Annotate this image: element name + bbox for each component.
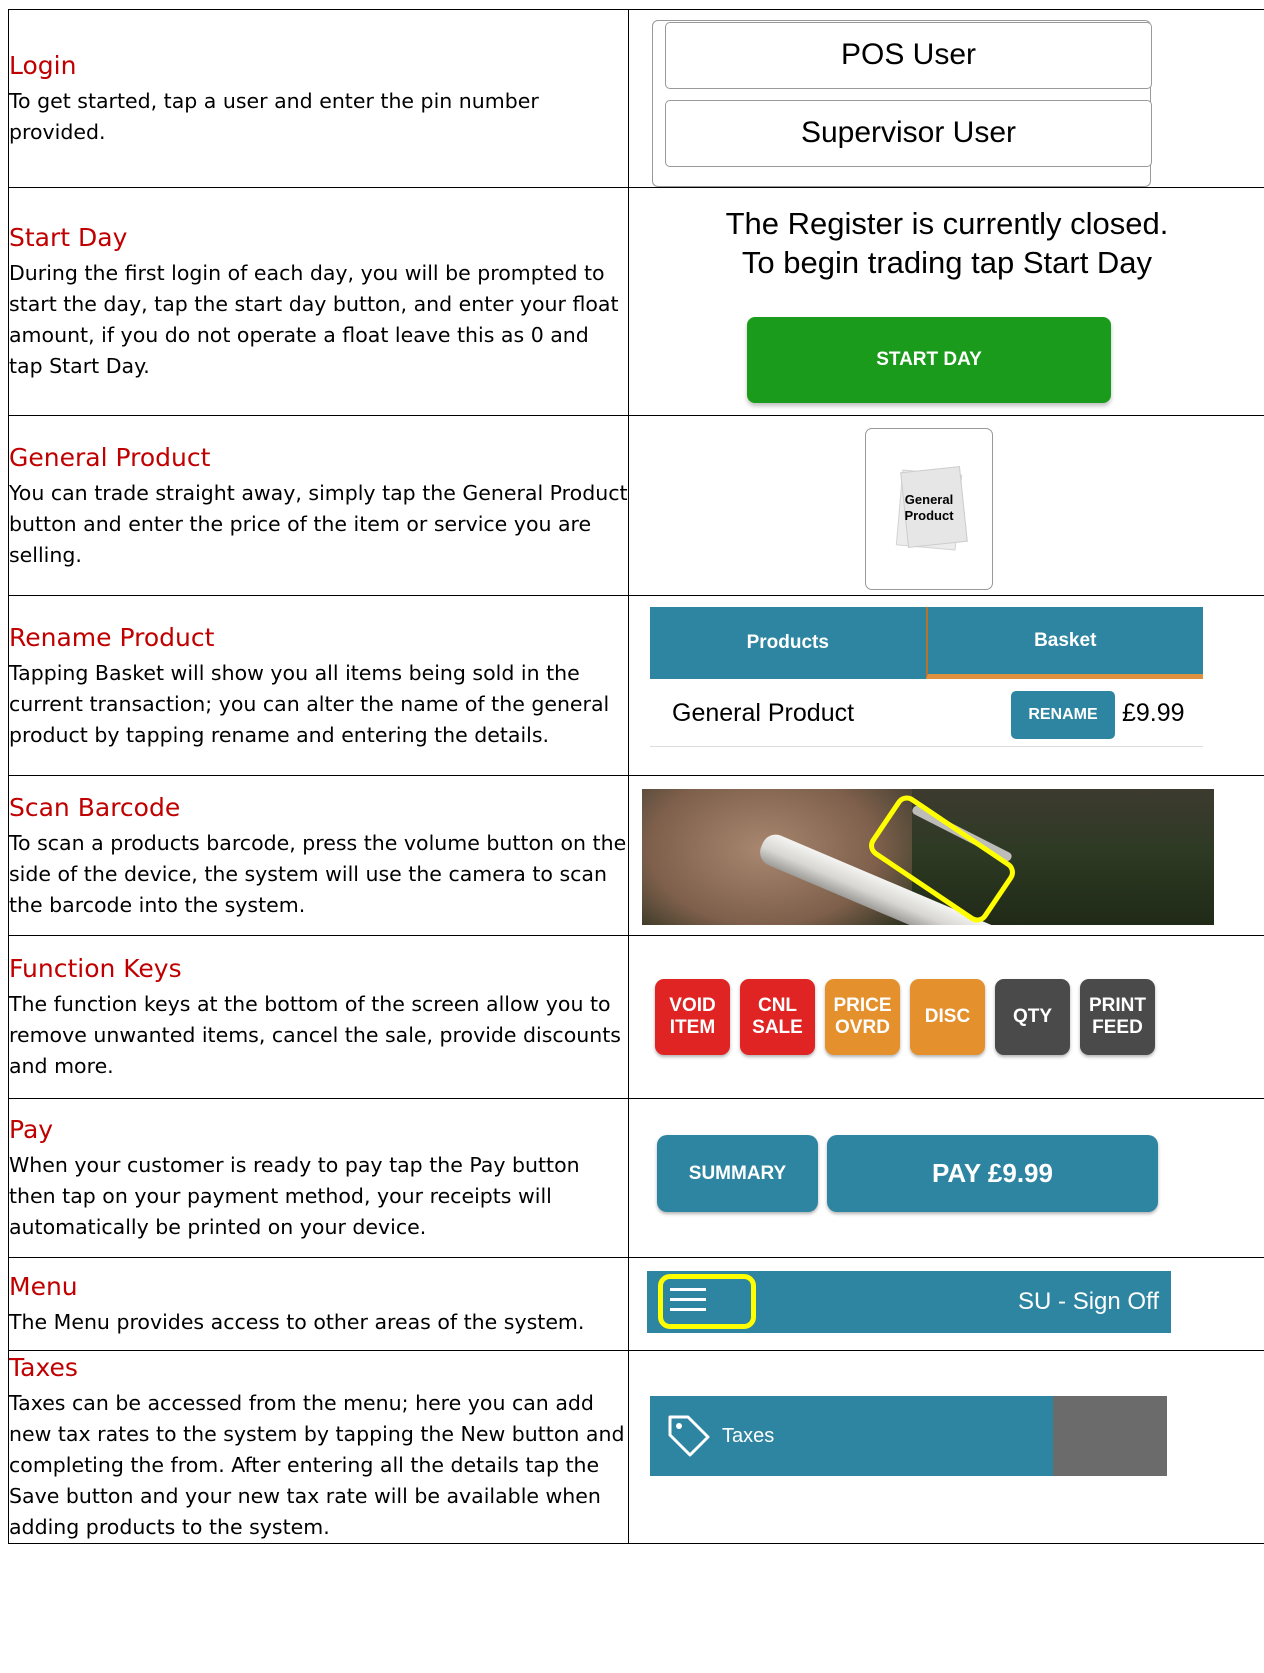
pos-user-button[interactable]: POS User (665, 22, 1152, 89)
menu-row: Menu The Menu provides access to other a… (8, 1257, 1264, 1351)
menu-screenshot-cell: SU - Sign Off (628, 1257, 1264, 1351)
menu-text-cell: Menu The Menu provides access to other a… (8, 1257, 629, 1351)
taxes-menu-label: Taxes (722, 1425, 775, 1447)
function-keys-screenshot-cell: VOID ITEM CNL SALE PRICE OVRD DISC QTY P… (628, 935, 1264, 1099)
supervisor-user-button[interactable]: Supervisor User (665, 100, 1152, 167)
user-list-panel: POS User Supervisor User (652, 20, 1152, 187)
section-body: The function keys at the bottom of the s… (9, 992, 621, 1078)
section-body: To get started, tap a user and enter the… (9, 89, 539, 144)
rename-button[interactable]: RENAME (1011, 691, 1115, 739)
tile-line-1: General (904, 492, 954, 507)
function-keys-text-cell: Function Keys The function keys at the b… (8, 935, 629, 1099)
section-heading: Scan Barcode (9, 792, 181, 822)
general-product-screenshot-cell: General Product (628, 415, 1264, 596)
section-heading: Login (9, 51, 77, 80)
menu-overlay-shade (1053, 1396, 1167, 1476)
section-body: The Menu provides access to other areas … (9, 1310, 585, 1334)
general-product-label: General Product (866, 492, 992, 524)
closed-line-1: The Register is currently closed. (725, 206, 1169, 241)
section-body: Tapping Basket will show you all items b… (9, 660, 610, 747)
general-product-text-cell: General Product You can trade straight a… (8, 415, 629, 596)
products-basket-tabs: Products Basket (650, 607, 1203, 679)
function-keys-bar: VOID ITEM CNL SALE PRICE OVRD DISC QTY P… (655, 979, 1155, 1055)
scan-barcode-text-cell: Scan Barcode To scan a products barcode,… (8, 775, 629, 936)
section-body: To scan a products barcode, press the vo… (9, 830, 627, 917)
section-heading: Start Day (9, 223, 128, 252)
section-body: When your customer is ready to pay tap t… (9, 1153, 580, 1239)
tab-basket[interactable]: Basket (925, 607, 1203, 679)
general-product-button[interactable]: General Product (865, 428, 993, 590)
tile-line-2: Product (904, 508, 954, 523)
section-heading: Menu (9, 1272, 78, 1301)
section-heading: General Product (9, 442, 211, 472)
print-feed-button[interactable]: PRINT FEED (1080, 979, 1155, 1055)
section-heading: Taxes (9, 1353, 78, 1382)
section-heading: Pay (9, 1115, 54, 1144)
sign-off-button[interactable]: SU - Sign Off (1018, 1271, 1159, 1333)
rename-product-row: Rename Product Tapping Basket will show … (8, 595, 1264, 776)
register-closed-message: The Register is currently closed. To beg… (630, 204, 1264, 282)
price-override-button[interactable]: PRICE OVRD (825, 979, 900, 1055)
section-body: During the first login of each day, you … (9, 261, 619, 378)
section-heading: Function Keys (9, 954, 182, 983)
rename-product-text-cell: Rename Product Tapping Basket will show … (8, 595, 629, 776)
taxes-menu-item[interactable]: Taxes (650, 1396, 1053, 1476)
start-day-screenshot-cell: The Register is currently closed. To beg… (628, 187, 1264, 416)
cancel-sale-button[interactable]: CNL SALE (740, 979, 815, 1055)
top-app-bar: SU - Sign Off (647, 1271, 1171, 1333)
basket-item-price: £9.99 (1122, 699, 1185, 727)
general-product-row: General Product You can trade straight a… (8, 415, 1264, 596)
tab-products[interactable]: Products (650, 607, 926, 679)
start-day-button[interactable]: START DAY (747, 317, 1111, 403)
tag-icon (668, 1415, 710, 1457)
guide-table: Login To get started, tap a user and ent… (8, 9, 1264, 1544)
basket-item-name: General Product (672, 699, 855, 727)
taxes-text-cell: Taxes Taxes can be accessed from the men… (8, 1350, 629, 1544)
start-day-row: Start Day During the first login of each… (8, 187, 1264, 416)
pay-button[interactable]: PAY £9.99 (827, 1135, 1158, 1212)
void-item-button[interactable]: VOID ITEM (655, 979, 730, 1055)
menu-highlight-box (658, 1274, 756, 1329)
scan-barcode-screenshot-cell (628, 775, 1264, 936)
taxes-screenshot-cell: Taxes (628, 1350, 1264, 1544)
summary-button[interactable]: SUMMARY (657, 1135, 818, 1212)
taxes-row: Taxes Taxes can be accessed from the men… (8, 1350, 1264, 1544)
closed-line-2: To begin trading tap Start Day (741, 245, 1153, 280)
start-day-text-cell: Start Day During the first login of each… (8, 187, 629, 416)
quantity-button[interactable]: QTY (995, 979, 1070, 1055)
discount-button[interactable]: DISC (910, 979, 985, 1055)
pay-screenshot-cell: SUMMARY PAY £9.99 (628, 1098, 1264, 1258)
basket-item-row: General Product RENAME £9.99 (650, 680, 1203, 747)
rename-product-screenshot-cell: Products Basket General Product RENAME £… (628, 595, 1264, 776)
scan-barcode-row: Scan Barcode To scan a products barcode,… (8, 775, 1264, 936)
login-text-cell: Login To get started, tap a user and ent… (8, 9, 629, 188)
section-body: Taxes can be accessed from the menu; her… (9, 1391, 625, 1539)
device-side-photo (642, 789, 1214, 925)
section-heading: Rename Product (9, 622, 215, 652)
pay-text-cell: Pay When your customer is ready to pay t… (8, 1098, 629, 1258)
login-row: Login To get started, tap a user and ent… (8, 9, 1264, 188)
pay-row: Pay When your customer is ready to pay t… (8, 1098, 1264, 1258)
login-screenshot-cell: POS User Supervisor User (628, 9, 1264, 188)
function-keys-row: Function Keys The function keys at the b… (8, 935, 1264, 1099)
section-body: You can trade straight away, simply tap … (9, 480, 628, 567)
